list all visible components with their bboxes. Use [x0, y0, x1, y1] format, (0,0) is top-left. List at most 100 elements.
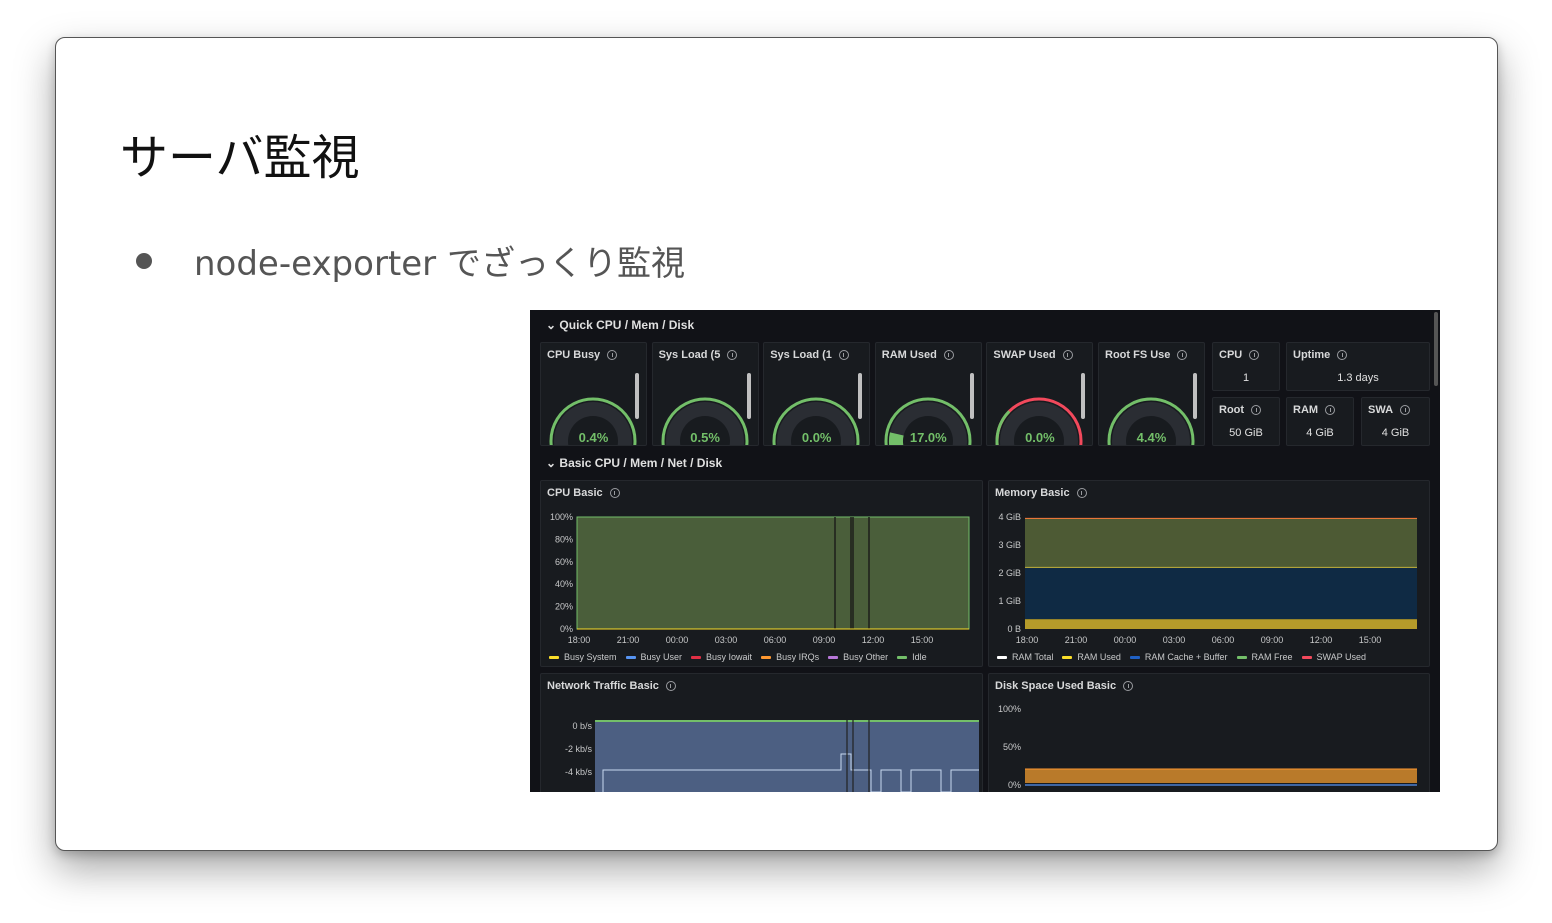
- row-header-quick[interactable]: ⌄ Quick CPU / Mem / Disk: [546, 318, 694, 332]
- y-tick-label: 60%: [555, 557, 573, 567]
- info-icon: [1325, 405, 1336, 415]
- gauge-scroll-indicator: [969, 373, 974, 419]
- gauge-panel[interactable]: Sys Load (5 0.5%: [651, 342, 759, 446]
- y-tick-label: 3 GiB: [998, 540, 1021, 550]
- bullet-text: node-exporter でざっくり監視: [194, 244, 685, 284]
- chevron-down-icon: ⌄: [546, 456, 557, 470]
- x-tick-label: 12:00: [1310, 635, 1333, 645]
- row-header-basic[interactable]: ⌄ Basic CPU / Mem / Net / Disk: [546, 456, 722, 470]
- legend-item[interactable]: RAM Used: [1062, 652, 1121, 662]
- gauge-value: 0.4%: [578, 430, 609, 445]
- stat-panel-swap[interactable]: SWA 4 GiB: [1361, 397, 1430, 446]
- x-tick-label: 15:00: [1359, 635, 1382, 645]
- panel-title: Sys Load (1: [770, 349, 849, 361]
- legend-swatch: [828, 655, 839, 659]
- gauge-panel[interactable]: Root FS Use 4.4%: [1098, 342, 1205, 446]
- panel-disk-space[interactable]: Disk Space Used Basic 100% 50% 0%: [988, 673, 1430, 792]
- gauge-scroll-indicator: [635, 373, 639, 419]
- legend-label: RAM Used: [1077, 652, 1121, 662]
- legend-label: Busy IRQs: [776, 652, 820, 662]
- y-tick-label: -2 kb/s: [565, 744, 593, 754]
- disk-used-area: [1025, 769, 1417, 783]
- legend-swatch: [691, 655, 702, 659]
- disk-space-chart: 100% 50% 0%: [998, 704, 1417, 790]
- y-tick-label: 20%: [555, 602, 573, 612]
- gauge-panel[interactable]: Sys Load (1 0.0%: [763, 342, 871, 446]
- legend-label: Busy User: [640, 652, 683, 662]
- x-tick-label: 03:00: [715, 635, 738, 645]
- chart-legend: RAM Total RAM Used RAM Cache + Buffer RAM F…: [997, 652, 1375, 662]
- gauge-value: 0.0%: [1025, 430, 1055, 445]
- bullet-dot-icon: [136, 252, 152, 269]
- panel-title: CPU Busy: [547, 349, 618, 361]
- info-icon: [1251, 405, 1262, 415]
- memory-basic-chart: 4 GiB 3 GiB 2 GiB 1 GiB 0 B18:00 21:00 00:00 03…: [998, 512, 1417, 645]
- grafana-dashboard-screenshot: ⌄ Quick CPU / Mem / Disk CPU Busy 0.4% Sys…: [530, 310, 1440, 792]
- panel-memory-basic[interactable]: Memory Basic 4 GiB 3 GiB 2 GiB 1 GiB 0 B 18:0…: [988, 480, 1430, 667]
- y-tick-label: 100%: [998, 704, 1021, 714]
- panel-title: SWAP Used: [993, 349, 1073, 361]
- gauge-value: 0.5%: [690, 430, 720, 445]
- legend-swatch: [1236, 655, 1247, 659]
- stat-value: 1: [1242, 372, 1250, 384]
- y-tick-label: 4 GiB: [998, 512, 1021, 522]
- gauge-scroll-indicator: [746, 373, 751, 419]
- transmit-area: [595, 720, 979, 792]
- stat-panel-uptime[interactable]: Uptime 1.3 days: [1286, 342, 1430, 391]
- panel-network-traffic[interactable]: Network Traffic Basic 0 b/s -2 kb/s -4 kb/…: [540, 673, 983, 792]
- x-tick-label: 18:00: [1016, 635, 1039, 645]
- legend-swatch: [1062, 655, 1073, 659]
- gauge-panel[interactable]: SWAP Used 0.0%: [986, 342, 1094, 446]
- legend-item[interactable]: Busy IRQs: [761, 652, 819, 662]
- legend-item[interactable]: Busy Iowait: [691, 652, 752, 662]
- gauge-value: 17.0%: [909, 430, 947, 445]
- legend-label: Busy Other: [843, 652, 889, 662]
- y-tick-label: 100%: [550, 512, 573, 522]
- legend-item[interactable]: Busy Other: [828, 652, 888, 662]
- stat-panel-root[interactable]: Root 50 GiB: [1212, 397, 1280, 446]
- y-tick-label: -4 kb/s: [565, 767, 593, 777]
- y-tick-label: 40%: [555, 579, 573, 589]
- chart-legend: Busy System Busy User Busy Iowait Busy IRQs…: [549, 652, 936, 662]
- cpu-basic-chart: 100% 80% 60% 40% 20% 0%18:00 21:00 00:00 03:00 06…: [550, 512, 970, 645]
- info-icon: [1400, 405, 1411, 415]
- legend-item[interactable]: SWAP Used: [1301, 652, 1366, 662]
- legend-swatch: [1129, 655, 1140, 659]
- stat-panel-ram[interactable]: RAM 4 GiB: [1286, 397, 1354, 446]
- y-tick-label: 0%: [560, 624, 573, 634]
- network-traffic-chart: 0 b/s -2 kb/s -4 kb/s: [565, 720, 979, 792]
- panel-title: RAM: [1293, 404, 1336, 416]
- legend-label: RAM Cache + Buffer: [1144, 652, 1228, 662]
- gauge-panel[interactable]: RAM Used 17.0%: [874, 342, 982, 446]
- legend-label: RAM Total: [1012, 652, 1054, 662]
- info-icon: [1177, 350, 1188, 360]
- legend-item[interactable]: RAM Free: [1236, 652, 1293, 662]
- legend-item[interactable]: RAM Total: [997, 652, 1053, 662]
- info-icon: [1337, 350, 1348, 360]
- gauge-panel[interactable]: CPU Busy 0.4%: [540, 342, 647, 446]
- info-icon: [1062, 350, 1073, 360]
- stat-value: 1.3 days: [1337, 372, 1379, 384]
- y-tick-label: 0%: [1008, 780, 1021, 790]
- panel-title: Uptime: [1293, 349, 1348, 361]
- stat-panel-cpu[interactable]: CPU 1: [1212, 342, 1280, 391]
- y-tick-label: 80%: [555, 534, 573, 544]
- legend-item[interactable]: Idle: [897, 652, 927, 662]
- panel-title: Sys Load (5: [659, 349, 738, 361]
- x-tick-label: 18:00: [568, 635, 591, 645]
- x-tick-label: 00:00: [666, 635, 689, 645]
- y-tick-label: 0 B: [1007, 624, 1021, 634]
- info-icon: [838, 350, 849, 360]
- legend-item[interactable]: Busy System: [549, 652, 617, 662]
- legend-item[interactable]: Busy User: [625, 652, 683, 662]
- scrollbar[interactable]: [1434, 312, 1438, 386]
- legend-label: Busy System: [564, 652, 617, 662]
- panel-title: Root: [1219, 404, 1262, 416]
- panel-title: CPU: [1219, 349, 1260, 361]
- stat-value: 4 GiB: [1381, 427, 1410, 439]
- legend-item[interactable]: RAM Cache + Buffer: [1129, 652, 1228, 662]
- legend-swatch: [625, 655, 636, 659]
- panel-cpu-basic[interactable]: CPU Basic 100% 80% 60% 40% 20% 0% 18:00 21:00 00…: [540, 480, 983, 667]
- legend-swatch: [761, 655, 772, 659]
- x-tick-label: 21:00: [617, 635, 640, 645]
